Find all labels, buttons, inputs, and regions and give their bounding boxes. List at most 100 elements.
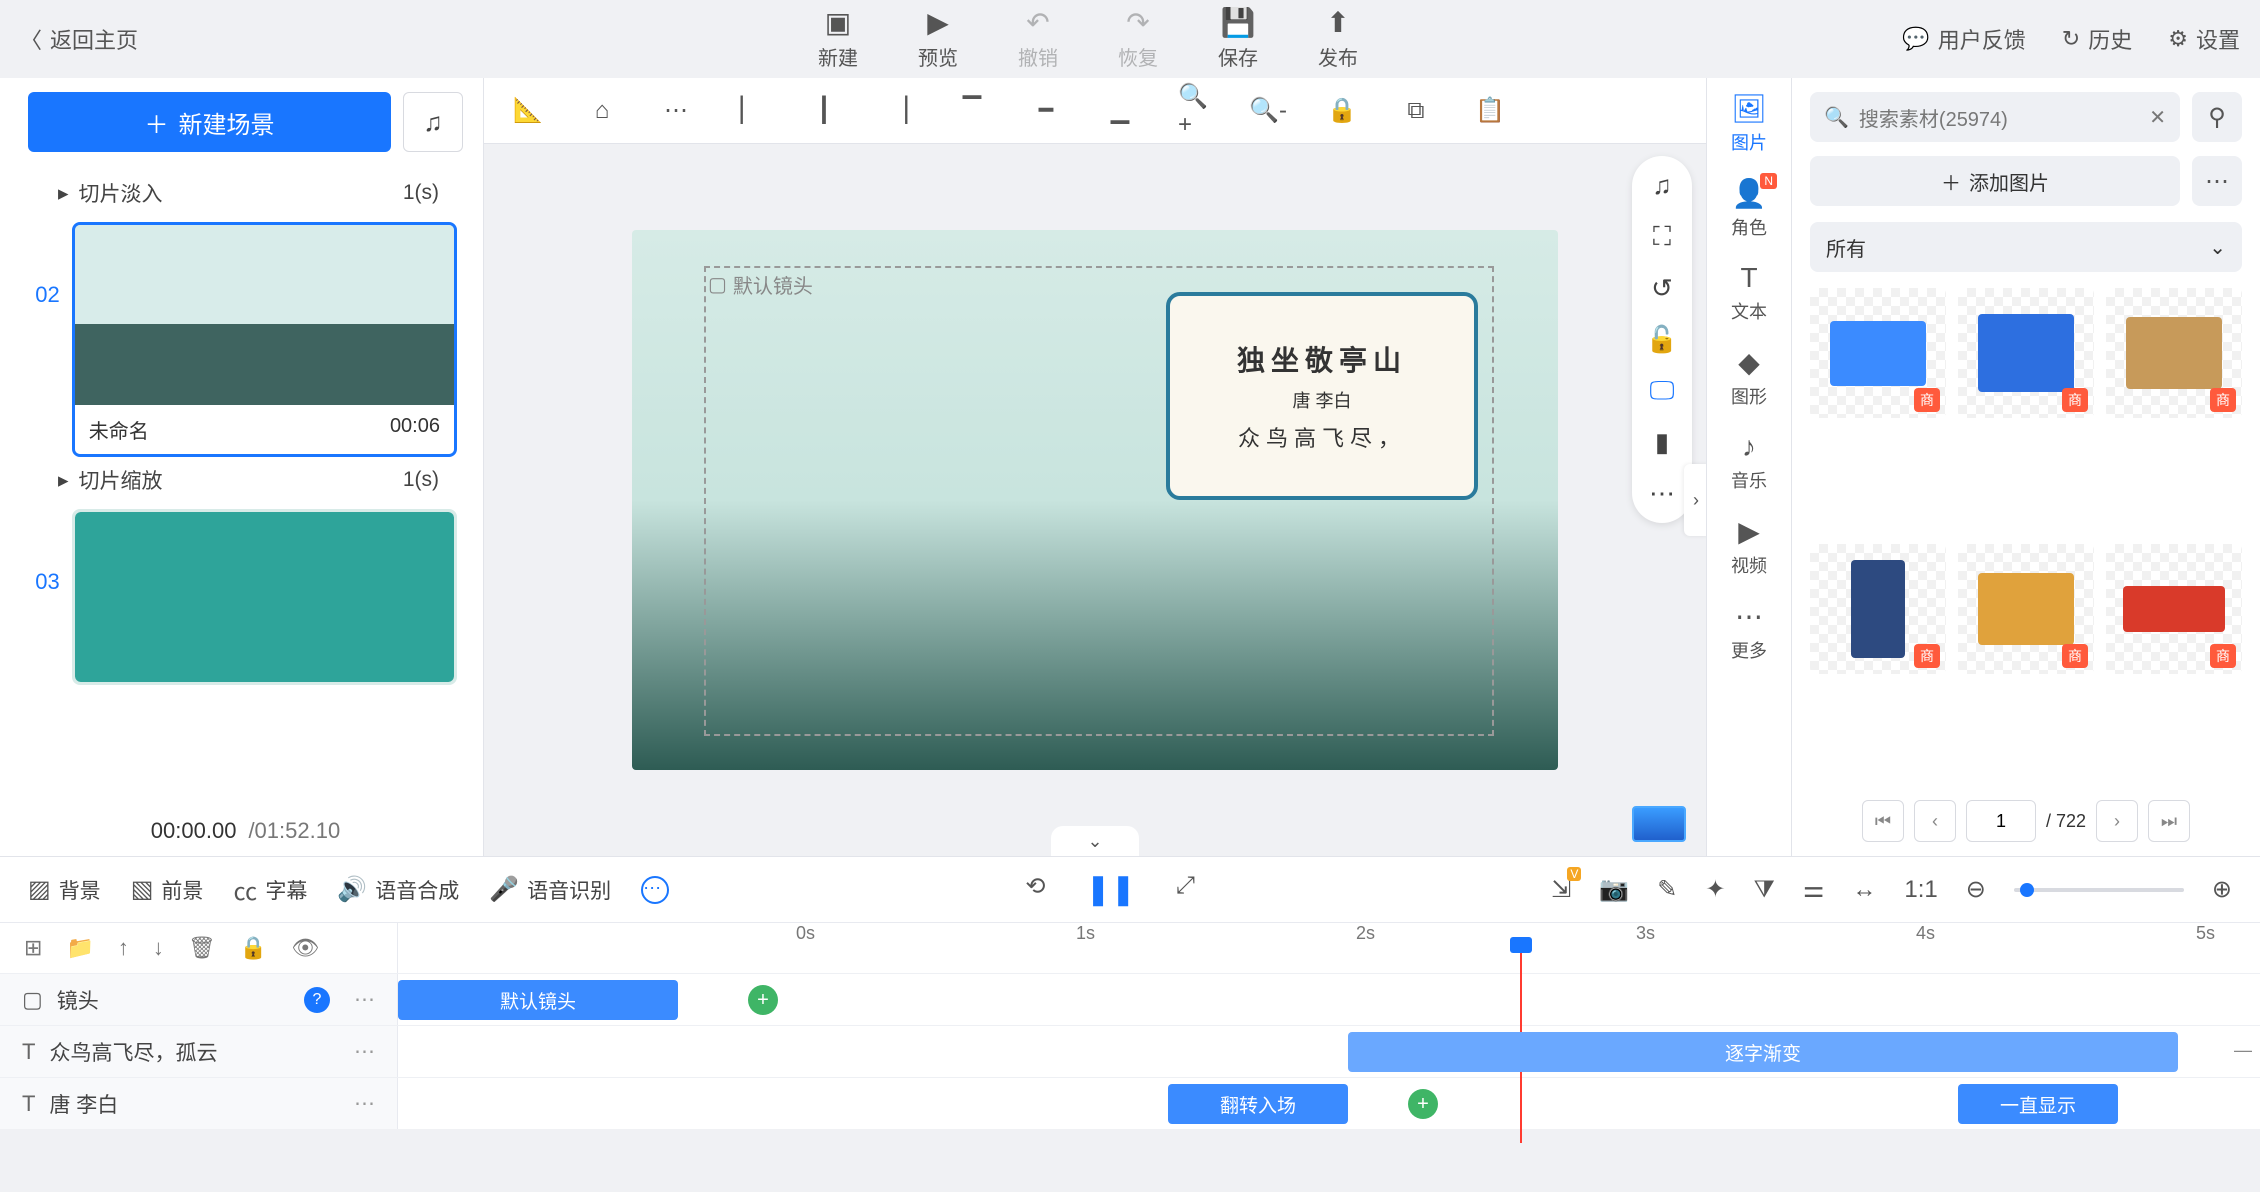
publish-action[interactable]: ⬆发布 xyxy=(1318,8,1358,71)
rotate-tool-icon[interactable]: ↺ xyxy=(1651,273,1673,304)
add-clip-button[interactable]: + xyxy=(748,985,778,1015)
zoom-in-icon[interactable]: 🔍+ xyxy=(1178,95,1210,127)
page-next-button[interactable]: › xyxy=(2096,800,2138,842)
pause-button[interactable]: ❚❚ xyxy=(1086,872,1136,907)
scene-list[interactable]: ▸ 切片淡入 1(s) 02 未命名 00:06 ▸ 切片缩放 1(s) xyxy=(28,170,463,806)
unlock-tool-icon[interactable]: 🔓 xyxy=(1646,324,1678,355)
adjust-button[interactable]: ⚌ xyxy=(1803,875,1825,904)
tts-tab[interactable]: 🔊语音合成 xyxy=(337,875,459,905)
asset-item[interactable]: 商 xyxy=(1810,288,1946,418)
rewind-button[interactable]: ⟲ xyxy=(1025,872,1045,907)
align-right-icon[interactable]: ▕ xyxy=(882,95,914,127)
text-effect-clip[interactable]: 逐字渐变 xyxy=(1348,1032,2178,1072)
new-action[interactable]: ▣新建 xyxy=(818,8,858,71)
align-bottom-icon[interactable]: ▁ xyxy=(1104,95,1136,127)
new-scene-button[interactable]: ＋新建场景 xyxy=(28,92,391,152)
asset-item[interactable]: 商 xyxy=(2106,288,2242,418)
delete-track-icon[interactable]: 🗑 xyxy=(188,935,216,961)
settings-button[interactable]: ⚙设置 xyxy=(2168,23,2240,55)
focus-tool-icon[interactable]: ⛶ xyxy=(1653,221,1671,253)
edit-button[interactable]: ✎ xyxy=(1657,875,1677,904)
category-dropdown[interactable]: 所有 ⌄ xyxy=(1810,222,2242,272)
fullscreen-button[interactable]: ⤢ xyxy=(1176,872,1195,907)
page-input[interactable] xyxy=(1966,800,2036,842)
zoom-slider[interactable] xyxy=(2014,888,2184,892)
scene-thumbnail[interactable] xyxy=(72,509,457,685)
copy-icon[interactable]: ⧉ xyxy=(1400,95,1432,127)
add-folder-icon[interactable]: 📁 xyxy=(66,935,93,961)
category-role[interactable]: 👤N角色 xyxy=(1731,177,1767,240)
help-icon[interactable]: ? xyxy=(304,987,330,1013)
background-tab[interactable]: ▨背景 xyxy=(28,875,101,905)
entrance-clip[interactable]: 翻转入场 xyxy=(1168,1084,1348,1124)
effects-button[interactable]: ✦ xyxy=(1705,875,1725,904)
add-image-button[interactable]: ＋添加图片 xyxy=(1810,156,2180,206)
export-button[interactable]: ⇲V xyxy=(1551,875,1571,904)
asr-tab[interactable]: 🎤语音识别 xyxy=(489,875,611,905)
add-track-icon[interactable]: ⊞ xyxy=(24,935,42,961)
category-video[interactable]: ▶视频 xyxy=(1731,515,1767,578)
track-menu-icon[interactable]: ⋯ xyxy=(354,1091,375,1116)
page-last-button[interactable]: ⏭ xyxy=(2148,800,2190,842)
page-prev-button[interactable]: ‹ xyxy=(1914,800,1956,842)
align-left-icon[interactable]: ▏ xyxy=(734,95,766,127)
undo-action[interactable]: ↶撤销 xyxy=(1018,8,1058,71)
funnel-button[interactable]: ⧩ xyxy=(1753,876,1774,904)
expand-handle[interactable]: › xyxy=(1684,464,1706,536)
track-menu-icon[interactable]: ⋯ xyxy=(354,987,375,1012)
clear-search-icon[interactable]: ✕ xyxy=(2149,105,2166,130)
category-image[interactable]: 🖼图片 xyxy=(1731,92,1767,155)
align-top-icon[interactable]: ▔ xyxy=(956,95,988,127)
more-tabs-icon[interactable]: ⋯ xyxy=(641,876,669,904)
more-add-button[interactable]: ⋯ xyxy=(2192,156,2242,206)
subtitle-tab[interactable]: ㏄字幕 xyxy=(233,872,307,907)
filter-button[interactable]: ⚲ xyxy=(2192,92,2242,142)
category-text[interactable]: T文本 xyxy=(1731,262,1767,324)
add-clip-button[interactable]: + xyxy=(1408,1089,1438,1119)
search-input[interactable]: 🔍 搜索素材(25974) ✕ xyxy=(1810,92,2180,142)
home-icon[interactable]: ⌂ xyxy=(586,95,618,127)
snapshot-button[interactable]: 📷 xyxy=(1599,875,1629,904)
asset-item[interactable]: 商 xyxy=(1810,544,1946,674)
zoom-in-timeline[interactable]: ⊕ xyxy=(2212,875,2232,904)
asset-item[interactable]: 商 xyxy=(1958,288,2094,418)
align-center-icon[interactable]: ┃ xyxy=(808,95,840,127)
display-tool-icon[interactable]: 🖵 xyxy=(1649,375,1674,407)
feedback-button[interactable]: 💬用户反馈 xyxy=(1902,23,2025,55)
scene-thumbnail-selected[interactable]: 未命名 00:06 xyxy=(72,222,457,457)
fit-width-button[interactable]: ↔ xyxy=(1852,876,1876,904)
category-music[interactable]: ♪音乐 xyxy=(1731,431,1767,493)
more-horizontal-icon[interactable]: ⋯ xyxy=(660,95,692,127)
ruler-icon[interactable]: 📐 xyxy=(512,95,544,127)
canvas-area[interactable]: ▢ 默认镜头 独坐敬亭山 唐 李白 众鸟高飞尽， ♫ ⛶ ↺ 🔓 🖵 ▮ ⋯ ›… xyxy=(484,144,1706,856)
poem-text-element[interactable]: 独坐敬亭山 唐 李白 众鸟高飞尽， xyxy=(1166,292,1478,500)
history-button[interactable]: ↻历史 xyxy=(2062,23,2132,55)
asset-item[interactable]: 商 xyxy=(2106,544,2242,674)
lock-track-icon[interactable]: 🔒 xyxy=(240,935,267,961)
music-tool-icon[interactable]: ♫ xyxy=(1652,170,1672,201)
visibility-icon[interactable]: 👁 xyxy=(291,935,319,961)
camera-clip[interactable]: 默认镜头 xyxy=(398,980,678,1020)
display-clip[interactable]: 一直显示 xyxy=(1958,1084,2118,1124)
canvas[interactable]: ▢ 默认镜头 独坐敬亭山 唐 李白 众鸟高飞尽， xyxy=(632,230,1558,770)
sort-up-icon[interactable]: ↑ xyxy=(118,935,129,961)
scene-music-button[interactable]: ♫ xyxy=(403,92,463,152)
save-action[interactable]: 💾保存 xyxy=(1218,8,1258,71)
align-middle-icon[interactable]: ━ xyxy=(1030,95,1062,127)
paste-icon[interactable]: 📋 xyxy=(1474,95,1506,127)
category-more[interactable]: ⋯更多 xyxy=(1731,600,1767,663)
category-shape[interactable]: ◆图形 xyxy=(1731,346,1767,409)
track-menu-icon[interactable]: ⋯ xyxy=(354,1039,375,1064)
zoom-out-icon[interactable]: 🔍- xyxy=(1252,95,1284,127)
clip-menu-icon[interactable]: — xyxy=(2234,1040,2252,1061)
redo-action[interactable]: ↷恢复 xyxy=(1118,8,1158,71)
lock-icon[interactable]: 🔒 xyxy=(1326,95,1358,127)
collapse-canvas-button[interactable]: ⌄ xyxy=(1051,826,1139,856)
page-first-button[interactable]: ⏮ xyxy=(1862,800,1904,842)
foreground-tab[interactable]: ▧前景 xyxy=(131,875,204,905)
one-to-one-button[interactable]: 1:1 xyxy=(1904,876,1937,904)
sort-down-icon[interactable]: ↓ xyxy=(153,935,164,961)
more-tool-icon[interactable]: ⋯ xyxy=(1649,478,1675,509)
asset-item[interactable]: 商 xyxy=(1958,544,2094,674)
preview-action[interactable]: ▶预览 xyxy=(918,8,958,71)
